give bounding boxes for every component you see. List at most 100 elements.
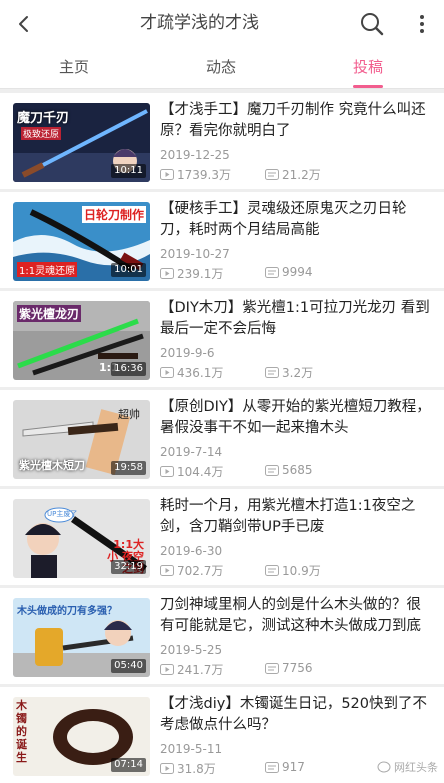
back-button[interactable] xyxy=(0,0,48,48)
tab-home[interactable]: 主页 xyxy=(34,48,114,88)
video-thumbnail[interactable]: 日轮刀制作 1:1灵魂还原 10:01 xyxy=(13,202,150,281)
video-title[interactable]: 【原创DIY】从零开始的紫光檀短刀教程，暑假没事干不如一起来撸木头 xyxy=(160,397,432,439)
video-duration: 19:58 xyxy=(111,461,146,475)
thumbnail-subcaption: 极致还原 xyxy=(21,127,62,140)
video-item[interactable]: 紫光檀龙刃 1:1 16:36 【DIY木刀】紫光檀1:1可拉刀光龙刃 看到最后… xyxy=(0,291,444,387)
view-count: 702.7万 xyxy=(160,562,223,579)
video-date: 2019-5-11 xyxy=(160,742,223,756)
view-count-value: 1739.3万 xyxy=(177,168,231,182)
thumbnail-subcaption: 超帅 xyxy=(118,408,140,421)
video-thumbnail[interactable]: UP主废了 1:1大小 夜空之剑 32:19 xyxy=(13,499,150,578)
danmaku-icon xyxy=(265,464,279,476)
danmaku-count-value: 7756 xyxy=(282,661,313,675)
active-tab-indicator xyxy=(353,85,383,88)
play-count-icon xyxy=(160,268,174,279)
play-count-icon xyxy=(160,466,174,477)
danmaku-icon xyxy=(265,169,279,180)
video-date: 2019-5-25 xyxy=(160,643,223,657)
thumbnail-caption: 木镯的诞生 xyxy=(16,699,27,764)
video-duration: 05:40 xyxy=(111,659,146,673)
thumbnail-caption: 日轮刀制作 xyxy=(81,206,146,223)
video-thumbnail[interactable]: 魔刀千刃 极致还原 10:11 xyxy=(13,103,150,182)
view-count: 31.8万 xyxy=(160,760,216,777)
back-arrow-icon xyxy=(19,16,28,32)
video-item[interactable]: 日轮刀制作 1:1灵魂还原 10:01 【硬核手工】灵魂级还原鬼灭之刃日轮刀，耗… xyxy=(0,192,444,288)
view-count-value: 31.8万 xyxy=(177,762,216,776)
view-count: 1739.3万 xyxy=(160,166,231,183)
video-duration: 10:11 xyxy=(111,164,146,178)
danmaku-count: 21.2万 xyxy=(265,166,321,183)
view-count-value: 436.1万 xyxy=(177,366,224,380)
thumbnail-caption: 魔刀千刃 xyxy=(17,111,70,126)
watermark-text: 网红头条 xyxy=(394,761,438,774)
video-title[interactable]: 【硬核手工】灵魂级还原鬼灭之刃日轮刀，耗时两个月结局高能 xyxy=(160,199,432,241)
thumbnail-caption: UP主废了 xyxy=(47,510,78,518)
video-item[interactable]: 魔刀千刃 极致还原 10:11 【才浅手工】魔刀千刃制作 究竟什么叫还原？看完你… xyxy=(0,93,444,189)
danmaku-count: 3.2万 xyxy=(265,364,313,381)
more-vertical-icon xyxy=(420,15,424,33)
video-thumbnail[interactable]: 紫光檀龙刃 1:1 16:36 xyxy=(13,301,150,380)
danmaku-count: 917 xyxy=(265,760,305,774)
play-count-icon xyxy=(160,169,174,180)
view-count-value: 241.7万 xyxy=(177,663,224,677)
danmaku-icon xyxy=(265,367,279,378)
video-date: 2019-10-27 xyxy=(160,247,230,261)
danmaku-count-value: 3.2万 xyxy=(282,366,314,380)
play-count-icon xyxy=(160,664,174,675)
view-count-value: 104.4万 xyxy=(177,465,224,479)
danmaku-count-value: 9994 xyxy=(282,265,313,279)
danmaku-count: 7756 xyxy=(265,661,313,675)
view-count: 241.7万 xyxy=(160,661,223,678)
video-title[interactable]: 【才浅diy】木镯诞生日记，520快到了不考虑做点什么吗？ xyxy=(160,694,432,736)
play-count-icon xyxy=(160,565,174,576)
video-date: 2019-6-30 xyxy=(160,544,223,558)
danmaku-count-value: 5685 xyxy=(282,463,313,477)
video-duration: 16:36 xyxy=(111,362,146,376)
video-title[interactable]: 耗时一个月，用紫光檀木打造1:1夜空之剑，含刀鞘剑带UP手已废 xyxy=(160,496,432,538)
play-count-icon xyxy=(160,763,174,774)
more-button[interactable] xyxy=(410,10,434,38)
search-icon xyxy=(361,13,384,36)
danmaku-icon xyxy=(265,761,279,773)
video-item[interactable]: UP主废了 1:1大小 夜空之剑 32:19 耗时一个月，用紫光檀木打造1:1夜… xyxy=(0,489,444,585)
video-duration: 32:19 xyxy=(111,560,146,574)
video-thumbnail[interactable]: 超帅 紫光檀木短刀 19:58 xyxy=(13,400,150,479)
danmaku-count-value: 10.9万 xyxy=(282,564,321,578)
view-count: 436.1万 xyxy=(160,364,223,381)
tab-bar: 主页 动态 投稿 xyxy=(0,48,444,89)
video-title[interactable]: 刀剑神域里桐人的剑是什么木头做的？很有可能就是它，测试这种木头做成刀到底怎样 xyxy=(160,595,432,637)
danmaku-count-value: 917 xyxy=(282,760,305,774)
play-count-icon xyxy=(160,367,174,378)
thumbnail-caption: 紫光檀龙刃 xyxy=(17,305,82,322)
danmaku-count: 9994 xyxy=(265,265,313,279)
page-title: 才疏学浅的才浅 xyxy=(140,13,259,33)
tab-dynamics[interactable]: 动态 xyxy=(181,48,261,88)
video-date: 2019-12-25 xyxy=(160,148,230,162)
danmaku-count-value: 21.2万 xyxy=(282,168,321,182)
video-duration: 10:01 xyxy=(111,263,146,277)
danmaku-icon xyxy=(265,662,279,674)
danmaku-icon xyxy=(265,565,279,576)
video-title[interactable]: 【DIY木刀】紫光檀1:1可拉刀光龙刃 看到最后一定不会后悔 xyxy=(160,298,432,340)
danmaku-count: 10.9万 xyxy=(265,562,321,579)
thumbnail-caption: 紫光檀木短刀 xyxy=(19,459,85,472)
video-item[interactable]: 超帅 紫光檀木短刀 19:58 【原创DIY】从零开始的紫光檀短刀教程，暑假没事… xyxy=(0,390,444,486)
video-thumbnail[interactable]: 木头做成的刀有多强？ 05:40 xyxy=(13,598,150,677)
view-count: 239.1万 xyxy=(160,265,223,282)
watermark: 网红头条 xyxy=(377,759,438,775)
video-title[interactable]: 【才浅手工】魔刀千刃制作 究竟什么叫还原？看完你就明白了 xyxy=(160,100,432,142)
thumbnail-caption: 木头做成的刀有多强？ xyxy=(17,606,117,617)
video-duration: 07:14 xyxy=(111,758,146,772)
video-date: 2019-9-6 xyxy=(160,346,215,360)
thumbnail-subcaption: 1:1灵魂还原 xyxy=(17,262,78,277)
watermark-logo-icon xyxy=(377,761,391,773)
danmaku-count: 5685 xyxy=(265,463,313,477)
view-count: 104.4万 xyxy=(160,463,223,480)
video-thumbnail[interactable]: 木镯的诞生 07:14 xyxy=(13,697,150,776)
view-count-value: 702.7万 xyxy=(177,564,224,578)
view-count-value: 239.1万 xyxy=(177,267,224,281)
tab-uploads[interactable]: 投稿 xyxy=(328,48,408,88)
search-button[interactable] xyxy=(358,10,386,38)
video-date: 2019-7-14 xyxy=(160,445,223,459)
video-item[interactable]: 木头做成的刀有多强？ 05:40 刀剑神域里桐人的剑是什么木头做的？很有可能就是… xyxy=(0,588,444,684)
